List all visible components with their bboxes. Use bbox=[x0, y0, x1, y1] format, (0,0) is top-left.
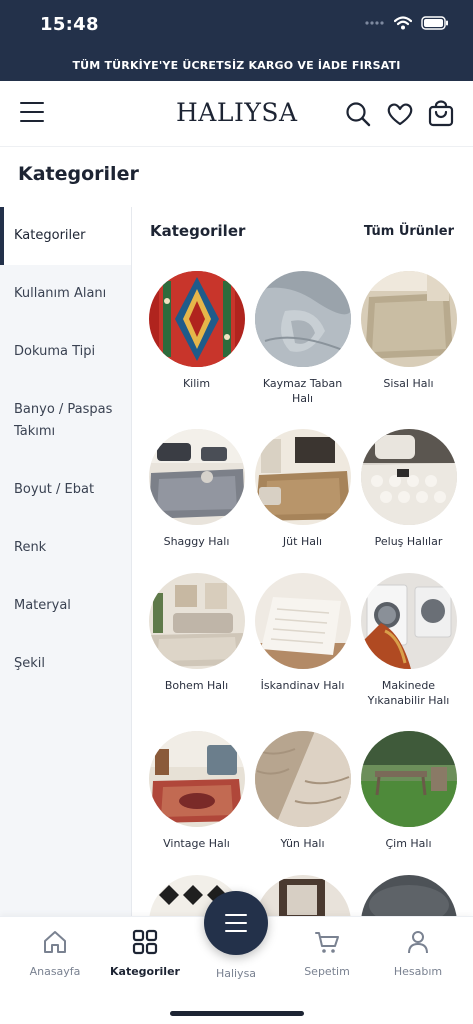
category-image-makinede-yikanabilir bbox=[360, 573, 457, 669]
bottom-navigation: Anasayfa Kategoriler Haliysa Sepetim Hes… bbox=[0, 891, 473, 1024]
status-bar: 15:48 bbox=[0, 0, 473, 50]
category-card-kaymaz-taban[interactable]: Kaymaz Taban Halı bbox=[249, 271, 356, 406]
page-title-bar: Kategoriler bbox=[0, 147, 473, 207]
nav-label: Sepetim bbox=[304, 965, 350, 978]
heart-icon[interactable] bbox=[386, 100, 414, 128]
category-image-bohem bbox=[148, 573, 245, 669]
sidebar-item-label: Kullanım Alanı bbox=[14, 286, 107, 301]
category-card-cim[interactable]: Çim Halı bbox=[355, 731, 462, 851]
category-label: Vintage Halı bbox=[163, 837, 230, 850]
category-label: Kaymaz Taban Halı bbox=[262, 377, 343, 405]
category-image-iskandinav bbox=[254, 573, 351, 669]
sidebar-item-label: Dokuma Tipi bbox=[14, 344, 96, 359]
nav-label: Anasayfa bbox=[29, 965, 81, 978]
category-label: Kilim bbox=[182, 377, 211, 390]
sidebar-item-boyut-ebat[interactable]: Boyut / Ebat bbox=[0, 461, 131, 519]
category-image-kaymaz-taban bbox=[254, 271, 351, 367]
category-image-yun bbox=[254, 731, 351, 827]
nav-label: Haliysa bbox=[215, 967, 257, 980]
category-image-jut bbox=[254, 429, 351, 525]
category-label: Çim Halı bbox=[385, 837, 432, 850]
category-label: Sisal Halı bbox=[383, 377, 434, 390]
nav-label: Hesabım bbox=[393, 965, 443, 978]
app-header: HALIYSA bbox=[0, 81, 473, 147]
category-label: Shaggy Halı bbox=[163, 535, 230, 548]
page-title: Kategoriler bbox=[18, 163, 139, 185]
sidebar-item-label: Kategoriler bbox=[14, 228, 86, 243]
category-label: Bohem Halı bbox=[164, 679, 229, 692]
category-card-partial[interactable] bbox=[355, 875, 462, 916]
nav-account[interactable]: Hesabım bbox=[373, 929, 463, 978]
category-card-shaggy[interactable]: Shaggy Halı bbox=[143, 429, 250, 549]
category-card-vintage[interactable]: Vintage Halı bbox=[143, 731, 250, 851]
category-image-partial bbox=[254, 875, 351, 916]
battery-icon bbox=[421, 16, 448, 30]
nav-cart[interactable]: Sepetim bbox=[282, 929, 372, 978]
content-header: Kategoriler Tüm Ürünler bbox=[133, 207, 473, 257]
category-card-iskandinav[interactable]: İskandinav Halı bbox=[249, 573, 356, 693]
sidebar-item-label: Banyo / Paspas Takımı bbox=[14, 402, 113, 439]
content-title: Kategoriler bbox=[150, 222, 246, 240]
category-content: Kategoriler Tüm Ürünler Kilim Kaymaz Tab… bbox=[133, 207, 473, 916]
status-icons bbox=[365, 16, 449, 30]
cart-icon bbox=[315, 932, 339, 953]
menu-line bbox=[20, 119, 44, 122]
category-image-cim bbox=[360, 731, 457, 827]
search-icon[interactable] bbox=[344, 100, 372, 128]
bag-icon[interactable] bbox=[427, 100, 455, 128]
category-label: Yün Halı bbox=[280, 837, 325, 850]
nav-categories[interactable]: Kategoriler bbox=[100, 929, 190, 978]
wifi-icon bbox=[394, 16, 412, 30]
category-sidebar: Kategoriler Kullanım Alanı Dokuma Tipi B… bbox=[0, 207, 132, 916]
sidebar-item-banyo-paspas[interactable]: Banyo / Paspas Takımı bbox=[0, 381, 131, 461]
category-card-jut[interactable]: Jüt Halı bbox=[249, 429, 356, 549]
menu-line bbox=[20, 110, 44, 114]
status-time: 15:48 bbox=[40, 14, 99, 35]
sidebar-item-sekil[interactable]: Şekil bbox=[0, 635, 131, 693]
signal-icon bbox=[365, 21, 384, 25]
menu-line bbox=[225, 930, 247, 933]
category-card-kilim[interactable]: Kilim bbox=[143, 271, 250, 391]
nav-label: Kategoriler bbox=[110, 965, 180, 978]
category-image-partial bbox=[360, 875, 457, 916]
all-products-link[interactable]: Tüm Ürünler bbox=[364, 224, 454, 239]
sidebar-item-label: Şekil bbox=[14, 656, 46, 671]
category-card-bohem[interactable]: Bohem Halı bbox=[143, 573, 250, 693]
menu-line bbox=[225, 922, 247, 925]
category-image-kilim bbox=[148, 271, 245, 367]
category-card-sisal[interactable]: Sisal Halı bbox=[355, 271, 462, 391]
sidebar-item-label: Renk bbox=[14, 540, 47, 555]
brand-logo[interactable]: HALIYSA bbox=[176, 95, 297, 131]
sidebar-item-kullanim-alani[interactable]: Kullanım Alanı bbox=[0, 265, 131, 323]
home-indicator bbox=[170, 1011, 304, 1016]
sidebar-item-materyal[interactable]: Materyal bbox=[0, 577, 131, 635]
category-image-sisal bbox=[360, 271, 457, 367]
promo-banner[interactable]: TÜM TÜRKİYE'YE ÜCRETSİZ KARGO VE İADE FI… bbox=[0, 50, 473, 81]
category-label: Makinede Yıkanabilir Halı bbox=[367, 679, 450, 707]
category-image-vintage bbox=[148, 731, 245, 827]
category-card-pelus[interactable]: Peluş Halılar bbox=[355, 429, 462, 549]
sidebar-item-kategoriler[interactable]: Kategoriler bbox=[0, 207, 131, 265]
sidebar-item-label: Boyut / Ebat bbox=[14, 482, 95, 497]
menu-button[interactable] bbox=[20, 102, 44, 124]
category-card-yun[interactable]: Yün Halı bbox=[249, 731, 356, 851]
nav-home[interactable]: Anasayfa bbox=[10, 929, 100, 978]
menu-line bbox=[20, 102, 44, 105]
nav-haliysa[interactable]: Haliysa bbox=[191, 961, 281, 980]
sidebar-item-renk[interactable]: Renk bbox=[0, 519, 131, 577]
haliysa-menu-button[interactable] bbox=[204, 891, 268, 955]
sidebar-item-label: Materyal bbox=[14, 598, 71, 613]
sidebar-item-dokuma-tipi[interactable]: Dokuma Tipi bbox=[0, 323, 131, 381]
user-icon bbox=[408, 931, 428, 954]
home-icon bbox=[44, 931, 66, 953]
grid-icon bbox=[132, 929, 158, 955]
menu-line bbox=[225, 914, 247, 917]
category-card-makinede-yikanabilir[interactable]: Makinede Yıkanabilir Halı bbox=[355, 573, 462, 708]
category-image-pelus bbox=[360, 429, 457, 525]
category-label: Peluş Halılar bbox=[374, 535, 443, 548]
category-label: Jüt Halı bbox=[282, 535, 323, 548]
category-image-shaggy bbox=[148, 429, 245, 525]
category-label: İskandinav Halı bbox=[260, 679, 345, 692]
